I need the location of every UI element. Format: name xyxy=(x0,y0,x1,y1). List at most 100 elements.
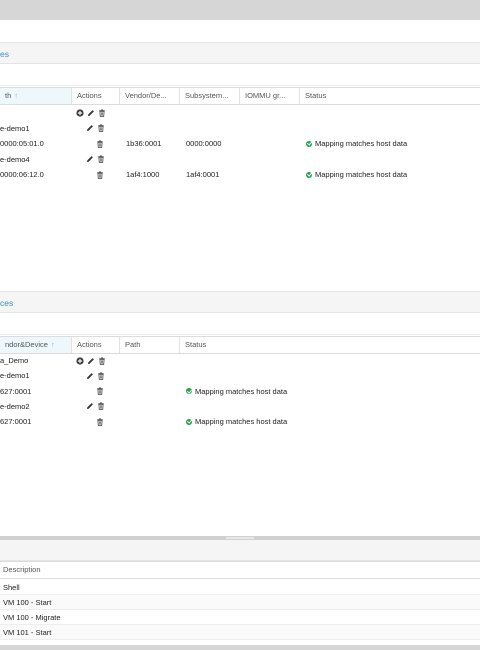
row-iommu xyxy=(246,152,300,167)
table-row[interactable]: 0000:05:01.0 1b36:0001 0000:0000 Mapping ma… xyxy=(0,136,480,151)
pencil-icon[interactable] xyxy=(87,109,95,117)
row-name: 627:0001 xyxy=(0,417,32,427)
status-cell xyxy=(306,121,480,136)
row-vendor xyxy=(126,152,180,167)
row-path xyxy=(126,353,180,368)
trash-icon[interactable] xyxy=(97,155,105,163)
row-actions xyxy=(72,121,120,136)
status-cell xyxy=(306,105,480,120)
row-name xyxy=(0,105,72,120)
row-vendor: 1af4:1000 xyxy=(126,170,160,179)
pencil-icon[interactable] xyxy=(86,155,94,163)
pci-col-iommu[interactable]: IOMMU gr... xyxy=(240,88,300,104)
pci-col-subsystem[interactable]: Subsystem... xyxy=(180,88,240,104)
sort-asc-icon: ↑ xyxy=(50,340,55,349)
usb-col-actions-label: Actions xyxy=(77,340,102,349)
pci-col-iommu-label: IOMMU gr... xyxy=(245,91,286,100)
row-vendor: 1b36:0001 xyxy=(126,139,162,148)
row-path xyxy=(126,399,180,414)
status-text: Mapping matches host data xyxy=(195,417,288,427)
row-vendor xyxy=(126,121,180,136)
pci-col-path[interactable]: th ↑ xyxy=(0,88,72,104)
table-row[interactable]: 627:0001 Mapping matches host data xyxy=(0,384,480,399)
trash-icon[interactable] xyxy=(98,357,106,365)
check-circle-icon xyxy=(306,140,312,147)
trash-icon[interactable] xyxy=(97,372,105,380)
usb-col-vendor-device[interactable]: ndor&Device ↑ xyxy=(0,337,72,353)
row-path xyxy=(126,368,180,383)
bottom-edge xyxy=(0,645,480,650)
status-cell xyxy=(186,353,480,368)
row-name: e-demo4 xyxy=(0,154,30,164)
pencil-icon[interactable] xyxy=(86,124,94,132)
usb-col-actions[interactable]: Actions xyxy=(72,337,120,353)
trash-icon[interactable] xyxy=(96,140,104,148)
row-name: e-demo1 xyxy=(0,123,30,133)
row-actions xyxy=(72,353,120,368)
pci-col-status[interactable]: Status xyxy=(300,88,480,104)
check-circle-icon xyxy=(186,388,192,395)
pencil-icon[interactable] xyxy=(86,372,94,380)
trash-icon[interactable] xyxy=(97,124,105,132)
table-row[interactable]: e-demo2 xyxy=(0,399,480,414)
status-text: Mapping matches host data xyxy=(315,170,408,179)
status-cell xyxy=(186,368,480,383)
table-row[interactable]: e-demo1 xyxy=(0,121,480,136)
row-name: 627:0001 xyxy=(0,386,32,396)
status-text: Mapping matches host data xyxy=(195,386,288,396)
status-cell xyxy=(186,399,480,414)
row-subsystem: 0000:0000 xyxy=(186,139,222,148)
pci-toolbar xyxy=(0,65,480,86)
row-actions xyxy=(72,399,120,414)
add-icon[interactable] xyxy=(76,356,84,365)
bottom-panel-header xyxy=(0,540,480,561)
pci-col-vendor[interactable]: Vendor/De... xyxy=(120,88,180,104)
desc-col-description-label: Description xyxy=(3,565,41,574)
row-subsystem xyxy=(186,105,240,120)
task-row[interactable]: VM 101 - Start xyxy=(0,625,480,640)
row-actions xyxy=(72,368,120,383)
usb-col-path[interactable]: Path xyxy=(120,337,180,353)
row-iommu xyxy=(246,136,300,151)
splitter-grip-icon[interactable] xyxy=(226,537,254,539)
desc-col-description[interactable]: Description xyxy=(0,562,480,578)
task-row[interactable]: Shell xyxy=(0,580,480,595)
pci-col-actions-label: Actions xyxy=(77,91,102,100)
status-cell: Mapping matches host data xyxy=(186,414,480,429)
add-icon[interactable] xyxy=(76,108,84,117)
row-iommu xyxy=(246,167,300,182)
row-name: a_Demo xyxy=(0,356,29,365)
row-name: 0000:05:01.0 xyxy=(0,139,44,148)
usb-col-status[interactable]: Status xyxy=(180,337,480,353)
pci-grid-header: th ↑ Actions Vendor/De... Subsystem... IO… xyxy=(0,87,480,105)
table-row[interactable]: 627:0001 Mapping matches host data xyxy=(0,414,480,429)
row-name: 0000:06:12.0 xyxy=(0,170,44,179)
table-row[interactable] xyxy=(0,105,480,120)
trash-icon[interactable] xyxy=(96,171,104,179)
task-row[interactable]: VM 100 - Migrate xyxy=(0,610,480,625)
pci-col-status-label: Status xyxy=(305,91,327,100)
pencil-icon[interactable] xyxy=(86,402,94,410)
table-row[interactable]: e-demo4 xyxy=(0,152,480,167)
table-row[interactable]: a_Demo xyxy=(0,353,480,368)
usb-toolbar xyxy=(0,314,480,335)
pci-col-actions[interactable]: Actions xyxy=(72,88,120,104)
trash-icon[interactable] xyxy=(96,387,104,395)
pencil-icon[interactable] xyxy=(87,357,95,365)
status-cell: Mapping matches host data xyxy=(306,136,480,151)
row-path xyxy=(126,414,180,429)
pci-col-vendor-label: Vendor/De... xyxy=(125,91,167,100)
row-path xyxy=(126,384,180,399)
table-row[interactable]: e-demo1 xyxy=(0,368,480,383)
trash-icon[interactable] xyxy=(98,109,106,117)
sort-asc-icon: ↑ xyxy=(14,91,19,100)
table-row[interactable]: 0000:06:12.0 1af4:1000 1af4:0001 Mapping ma… xyxy=(0,167,480,182)
row-subsystem: 1af4:0001 xyxy=(186,170,220,179)
row-name: e-demo2 xyxy=(0,401,30,411)
usb-col-vendor-device-label: ndor&Device xyxy=(5,340,48,349)
trash-icon[interactable] xyxy=(96,418,104,426)
task-row[interactable]: VM 100 - Start xyxy=(0,595,480,610)
pci-panel-title-text: es xyxy=(0,49,9,59)
trash-icon[interactable] xyxy=(97,402,105,411)
row-actions xyxy=(72,136,120,151)
